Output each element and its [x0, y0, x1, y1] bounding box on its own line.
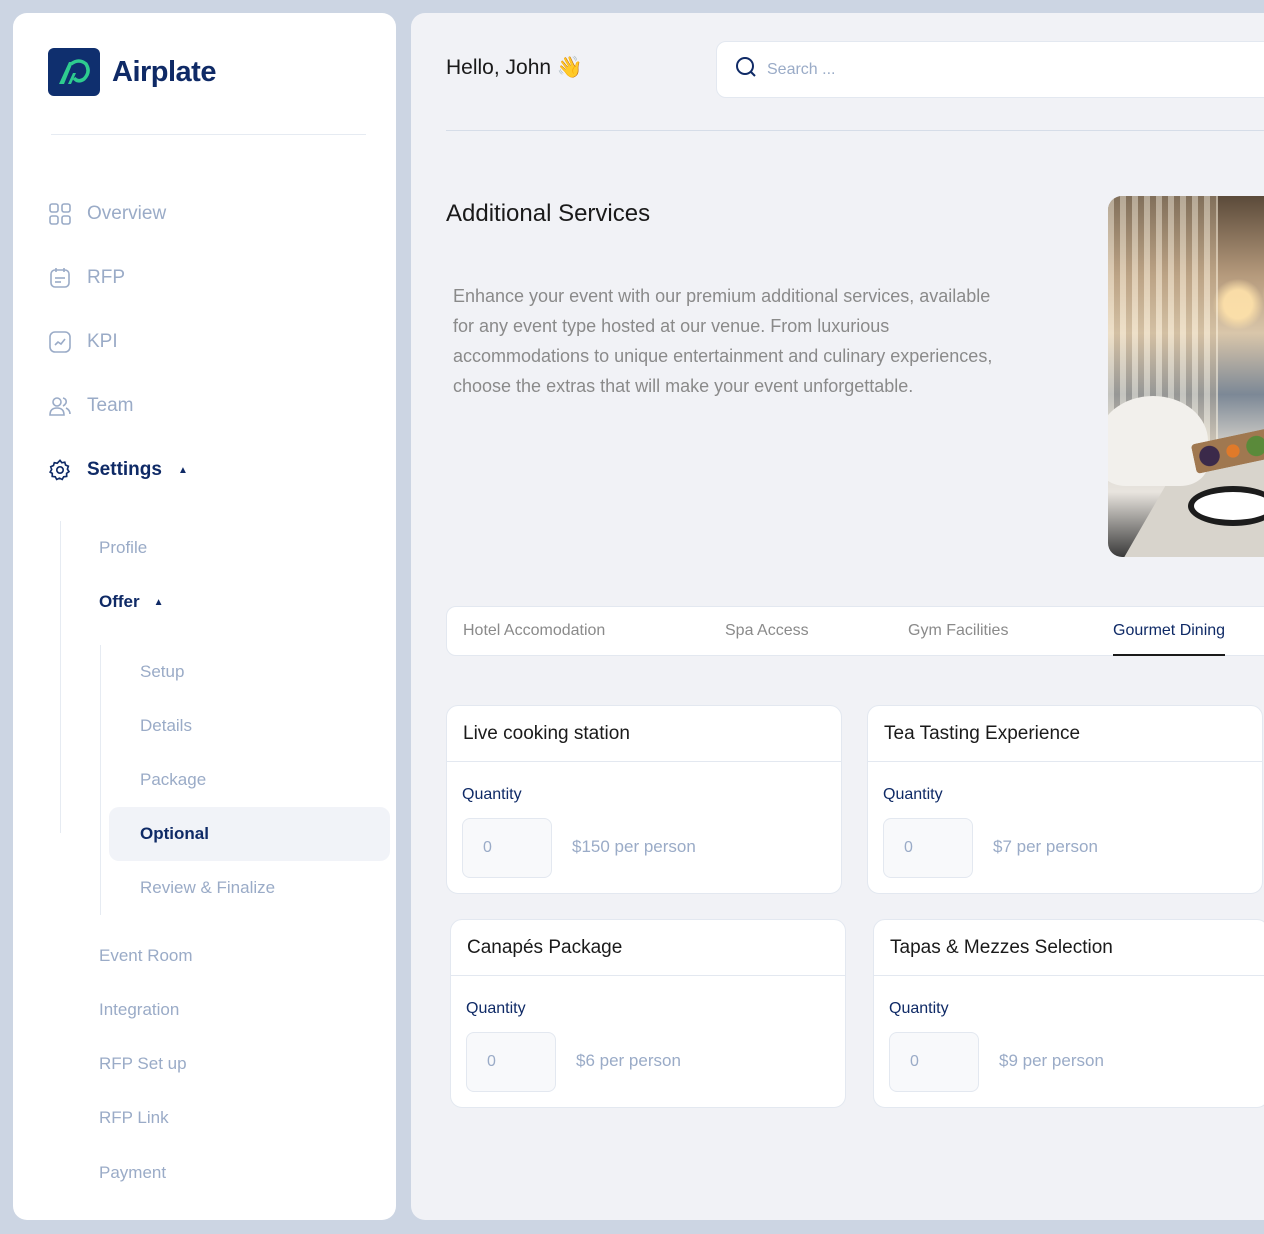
service-title: Tapas & Mezzes Selection	[874, 920, 1264, 976]
price-text: $9 per person	[999, 1051, 1104, 1070]
calendar-note-icon	[48, 266, 72, 290]
sidebar: Airplate Overview RFP KPI Team Settings …	[13, 13, 396, 1220]
caret-up-icon[interactable]: ▲	[154, 597, 164, 608]
search-box[interactable]	[716, 41, 1264, 98]
sidebar-item-kpi[interactable]: KPI	[48, 330, 118, 354]
service-card: Tea Tasting Experience Quantity $7 per p…	[867, 705, 1263, 894]
grid-icon	[48, 202, 72, 226]
divider	[51, 134, 366, 135]
caret-up-icon[interactable]: ▲	[178, 465, 188, 476]
logo[interactable]: Airplate	[48, 48, 216, 96]
users-icon	[48, 394, 72, 418]
search-input[interactable]	[767, 60, 1167, 79]
sidebar-subitem-rfp-set-up[interactable]: RFP Set up	[99, 1054, 187, 1074]
sidebar-item-label: Settings	[87, 459, 162, 480]
quantity-label: Quantity	[889, 1000, 949, 1017]
dining-room-image	[1108, 196, 1264, 557]
sidebar-subitem-payment[interactable]: Payment	[99, 1163, 166, 1183]
price-text: $150 per person	[572, 837, 696, 856]
sidebar-item-label: KPI	[87, 331, 118, 352]
quantity-label: Quantity	[466, 1000, 526, 1017]
sidebar-subitem-review-finalize[interactable]: Review & Finalize	[109, 861, 390, 915]
sidebar-subitem-details[interactable]: Details	[109, 699, 390, 753]
sidebar-item-overview[interactable]: Overview	[48, 202, 166, 226]
price-text: $6 per person	[576, 1051, 681, 1070]
service-card: Tapas & Mezzes Selection Quantity $9 per…	[873, 919, 1264, 1108]
airplate-logo-icon	[48, 48, 100, 96]
page-title: Additional Services	[446, 200, 651, 227]
quantity-input[interactable]	[883, 818, 973, 878]
tree-line	[60, 521, 61, 833]
sidebar-item-rfp[interactable]: RFP	[48, 266, 125, 290]
service-card: Live cooking station Quantity $150 per p…	[446, 705, 842, 894]
sidebar-subitem-package[interactable]: Package	[109, 753, 390, 807]
sidebar-subitem-profile[interactable]: Profile	[99, 538, 147, 558]
service-title: Tea Tasting Experience	[868, 706, 1262, 762]
quantity-input[interactable]	[466, 1032, 556, 1092]
service-title: Live cooking station	[447, 706, 841, 762]
app-name: Airplate	[112, 55, 216, 88]
quantity-label: Quantity	[462, 786, 522, 803]
service-card: Canapés Package Quantity $6 per person	[450, 919, 846, 1108]
image-detail	[1108, 396, 1208, 486]
trend-chart-icon	[48, 330, 72, 354]
sidebar-subitem-setup[interactable]: Setup	[109, 645, 390, 699]
main-content: Hello, John 👋 Additional Services Enhanc…	[411, 13, 1264, 1220]
tab-gourmet-dining[interactable]: Gourmet Dining	[1113, 607, 1226, 656]
quantity-input[interactable]	[462, 818, 552, 878]
sidebar-subitem-offer[interactable]: Offer ▲	[99, 592, 164, 612]
gear-icon	[48, 458, 72, 482]
sidebar-subitem-rfp-link[interactable]: RFP Link	[99, 1108, 169, 1128]
sidebar-subitem-optional[interactable]: Optional	[109, 807, 390, 861]
sidebar-subitem-event-room[interactable]: Event Room	[99, 946, 193, 966]
quantity-label: Quantity	[883, 786, 943, 803]
divider	[446, 130, 1264, 131]
price-text: $7 per person	[993, 837, 1098, 856]
greeting: Hello, John 👋	[446, 56, 584, 79]
tab-gym-facilities[interactable]: Gym Facilities	[908, 607, 1008, 655]
sidebar-item-team[interactable]: Team	[48, 394, 133, 418]
tab-spa-access[interactable]: Spa Access	[725, 607, 809, 655]
sidebar-item-label: RFP	[87, 267, 125, 288]
service-tabs: Hotel Accomodation Spa Access Gym Facili…	[446, 606, 1264, 656]
sidebar-subitem-label: Offer	[99, 592, 140, 611]
search-icon	[735, 56, 757, 83]
page-description: Enhance your event with our premium addi…	[453, 286, 993, 396]
sidebar-subitem-integration[interactable]: Integration	[99, 1000, 179, 1020]
tree-line	[100, 645, 101, 915]
sidebar-item-label: Overview	[87, 203, 167, 224]
sidebar-item-label: Team	[87, 395, 134, 416]
sidebar-item-settings[interactable]: Settings ▲	[48, 458, 188, 482]
tab-hotel-accomodation[interactable]: Hotel Accomodation	[463, 607, 605, 655]
service-title: Canapés Package	[451, 920, 845, 976]
quantity-input[interactable]	[889, 1032, 979, 1092]
